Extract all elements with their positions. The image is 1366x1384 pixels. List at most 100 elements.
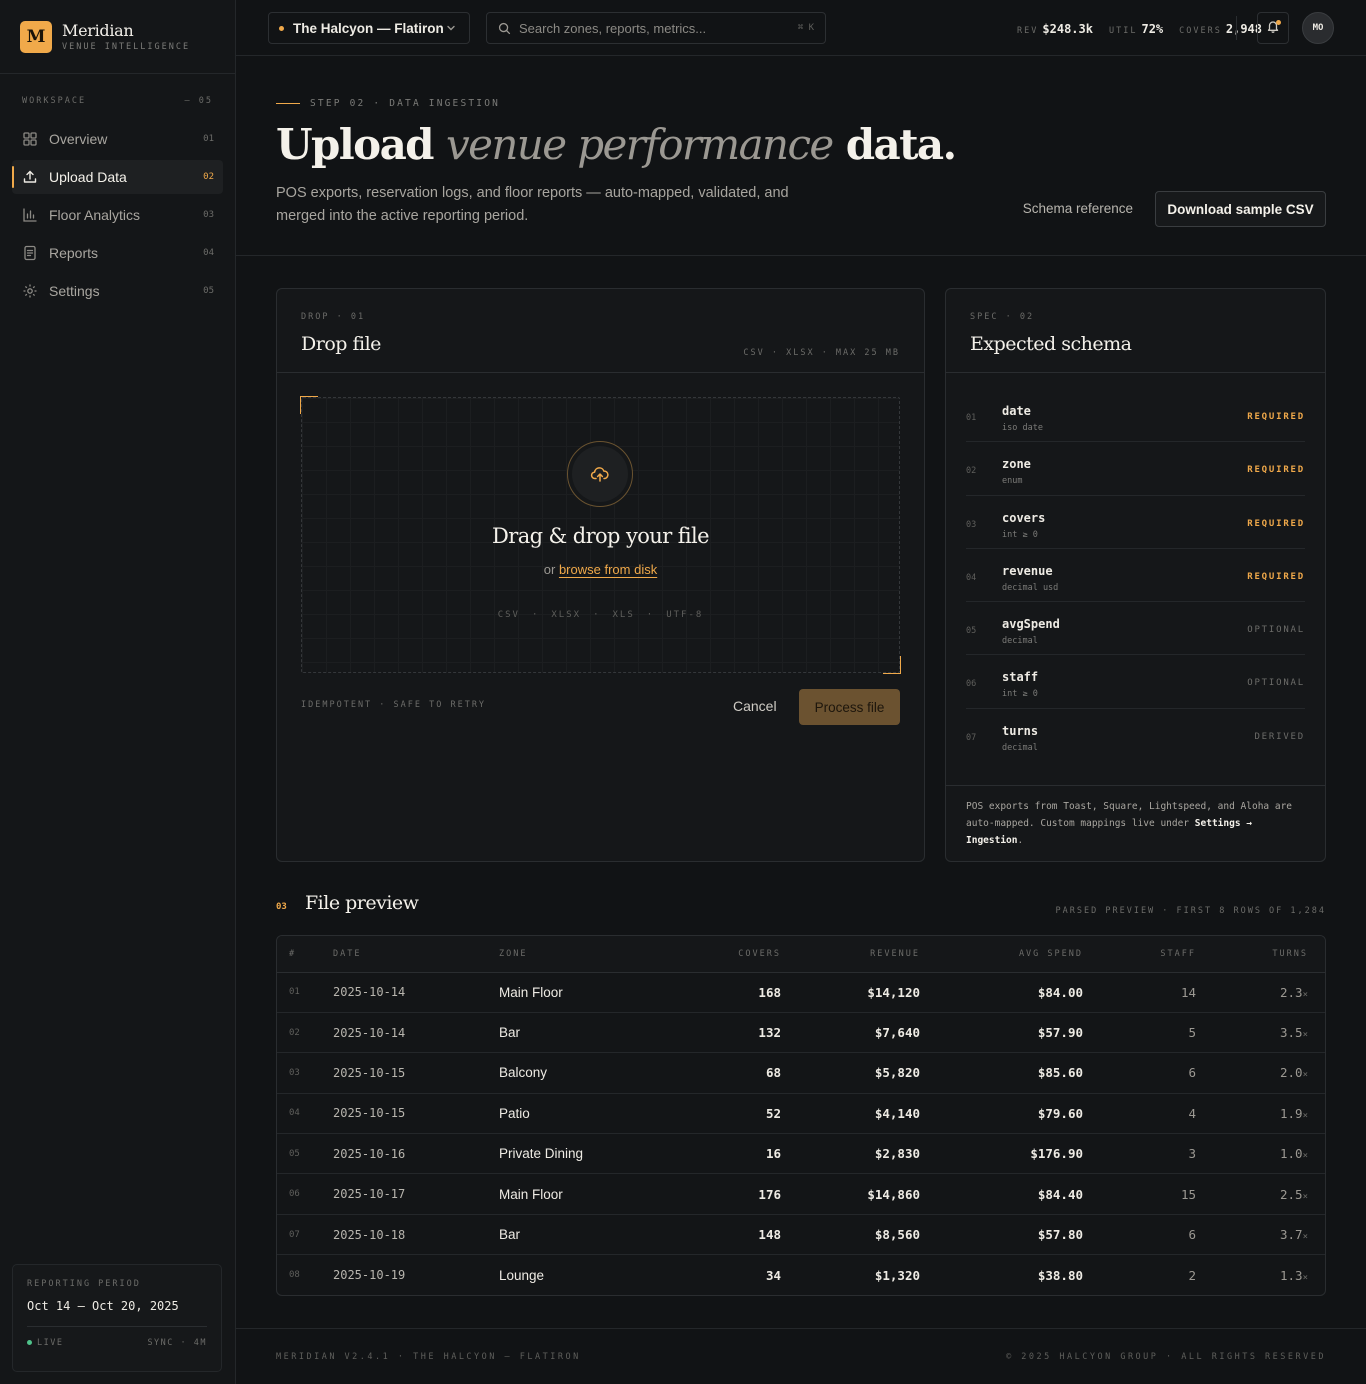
table-row[interactable]: 05 2025-10-16 Private Dining 16 $2,830 $176.9… [277, 1133, 1325, 1175]
venue-selector[interactable]: The Halcyon — Flatiron [268, 12, 470, 44]
expected-schema-card: SPEC · 02 Expected schema 01 date iso date… [945, 288, 1326, 862]
dropzone-subtitle: or browse from disk [543, 562, 658, 577]
cell-avg-spend: $57.80 [920, 1214, 1083, 1256]
schema-field-turns: 07 turns decimal DERIVED [966, 709, 1305, 762]
period-label: REPORTING PERIOD [27, 1279, 141, 1289]
table-row[interactable]: 04 2025-10-15 Patio 52 $4,140 $79.60 4 1.9× [277, 1093, 1325, 1135]
column-header[interactable]: STAFF [1083, 936, 1196, 973]
reporting-period-card[interactable]: REPORTING PERIOD Oct 14 – Oct 20, 2025 L… [12, 1264, 222, 1372]
cell-covers: 148 [669, 1214, 781, 1256]
cell-revenue: $5,820 [781, 1052, 920, 1094]
cell-staff: 4 [1083, 1093, 1196, 1135]
notifications-button[interactable] [1257, 12, 1289, 44]
dropzone[interactable]: Drag & drop your file or browse from dis… [300, 396, 901, 674]
schema-reference-link[interactable]: Schema reference [1023, 201, 1133, 216]
cell-turns: 2.0× [1196, 1052, 1325, 1094]
stat-rev: REV $248.3k [1017, 22, 1093, 36]
column-header[interactable]: # [277, 936, 333, 973]
schema-list: 01 date iso date REQUIRED 02 zone enum REQUIRED… [966, 389, 1305, 762]
page-title: Upload venue performance data. [276, 120, 957, 169]
footer: MERIDIAN V2.4.1 · THE HALCYON — FLATIRON… [236, 1328, 1366, 1384]
process-file-button[interactable]: Process file [799, 689, 900, 725]
sidebar-item-num: 04 [203, 248, 214, 258]
field-type: enum [1002, 476, 1023, 487]
cell-covers: 16 [669, 1133, 781, 1175]
brand-tagline: VENUE INTELLIGENCE [62, 42, 191, 52]
field-name: staff [1002, 670, 1039, 685]
brand[interactable]: M Meridian VENUE INTELLIGENCE [0, 0, 235, 74]
sidebar-item-reports[interactable]: Reports 04 [12, 236, 223, 270]
cell-avg-spend: $176.90 [920, 1133, 1083, 1175]
field-badge: REQUIRED [1247, 518, 1305, 529]
section-number: 03 [276, 902, 287, 912]
field-badge: DERIVED [1254, 731, 1305, 742]
row-index: 02 [277, 1012, 333, 1054]
cell-date: 2025-10-17 [333, 1173, 499, 1215]
cell-date: 2025-10-14 [333, 972, 499, 1013]
search-input[interactable]: Search zones, reports, metrics... ⌘ K [486, 12, 826, 44]
table-row[interactable]: 01 2025-10-14 Main Floor 168 $14,120 $84.00 14… [277, 972, 1325, 1013]
sidebar-item-upload-data[interactable]: Upload Data 02 [12, 160, 223, 194]
cell-turns: 2.5× [1196, 1173, 1325, 1215]
venue-dot-icon [279, 25, 284, 31]
sidebar-item-overview[interactable]: Overview 01 [12, 122, 223, 156]
cell-date: 2025-10-15 [333, 1093, 499, 1135]
topbar: The Halcyon — Flatiron Search zones, rep… [236, 0, 1366, 56]
column-header[interactable]: ZONE [499, 936, 669, 973]
cell-revenue: $14,860 [781, 1173, 920, 1215]
cell-avg-spend: $84.00 [920, 972, 1083, 1013]
table-row[interactable]: 02 2025-10-14 Bar 132 $7,640 $57.90 5 3.5× [277, 1012, 1325, 1054]
column-header[interactable]: AVG SPEND [920, 936, 1083, 973]
download-sample-button[interactable]: Download sample CSV [1155, 191, 1326, 227]
schema-note: POS exports from Toast, Square, Lightspe… [946, 785, 1325, 861]
cancel-button[interactable]: Cancel [733, 698, 777, 714]
column-header[interactable]: TURNS [1196, 936, 1325, 973]
cell-revenue: $4,140 [781, 1093, 920, 1135]
row-index: 05 [277, 1133, 333, 1175]
cell-covers: 34 [765, 1267, 781, 1283]
card-kicker: DROP · 01 [301, 312, 366, 322]
table-row[interactable]: 07 2025-10-18 Bar 148 $8,560 $57.80 6 3.7× [277, 1214, 1325, 1256]
cell-staff: 2 [1188, 1267, 1196, 1283]
cell-zone: Balcony [499, 1052, 669, 1094]
page-description: POS exports, reservation logs, and floor… [276, 185, 789, 224]
cell-revenue: $2,830 [781, 1133, 920, 1175]
field-index: 06 [966, 679, 977, 690]
table-row[interactable]: 06 2025-10-17 Main Floor 176 $14,860 $84.40 15… [277, 1173, 1325, 1215]
cell-avg-spend: $57.90 [920, 1012, 1083, 1054]
column-header[interactable]: DATE [333, 936, 499, 973]
cell-turns: 2.3× [1196, 972, 1325, 1013]
field-name: covers [1002, 510, 1046, 525]
schema-field-zone: 02 zone enum REQUIRED [966, 442, 1305, 496]
schema-field-staff: 06 staff int ≥ 0 OPTIONAL [966, 655, 1305, 709]
sidebar-item-floor-analytics[interactable]: Floor Analytics 03 [12, 198, 223, 232]
browse-link[interactable]: browse from disk [559, 562, 657, 577]
cell-turns: 1.0× [1196, 1133, 1325, 1175]
header-stats: REV $248.3k UTIL 72% COVERS 2,948 [1017, 20, 1262, 38]
table-row[interactable]: 08 2025-10-19 Lounge 34 $1,320 $38.80 2 1.3× [277, 1255, 1325, 1295]
bar-chart-icon [22, 207, 38, 223]
column-header[interactable]: REVENUE [781, 936, 920, 973]
table-row[interactable]: 03 2025-10-15 Balcony 68 $5,820 $85.60 6 2.0× [277, 1052, 1325, 1094]
cell-covers: 168 [669, 972, 781, 1013]
sidebar-item-settings[interactable]: Settings 05 [12, 274, 223, 308]
dropzone-title: Drag & drop your file [492, 524, 710, 548]
field-index: 03 [966, 519, 977, 530]
cell-date: 2025-10-16 [333, 1133, 499, 1175]
brand-logo: M [20, 20, 52, 53]
preview-title: File preview [305, 892, 419, 914]
avatar[interactable]: MO [1302, 12, 1334, 44]
card-title: Expected schema [970, 333, 1132, 355]
sidebar-item-label: Reports [49, 245, 99, 261]
field-badge: OPTIONAL [1247, 625, 1305, 636]
cell-avg-spend: $84.40 [920, 1173, 1083, 1215]
page-header: STEP 02 · DATA INGESTION Upload venue pe… [236, 56, 1366, 256]
divider [1236, 16, 1237, 40]
cell-zone: Lounge [499, 1267, 545, 1283]
cell-turns: 1.9× [1196, 1093, 1325, 1135]
period-value: Oct 14 – Oct 20, 2025 [27, 1299, 207, 1327]
cell-revenue: $1,320 [874, 1267, 920, 1283]
cell-staff: 6 [1083, 1214, 1196, 1256]
column-header[interactable]: COVERS [669, 936, 781, 973]
cell-zone: Patio [499, 1093, 669, 1135]
